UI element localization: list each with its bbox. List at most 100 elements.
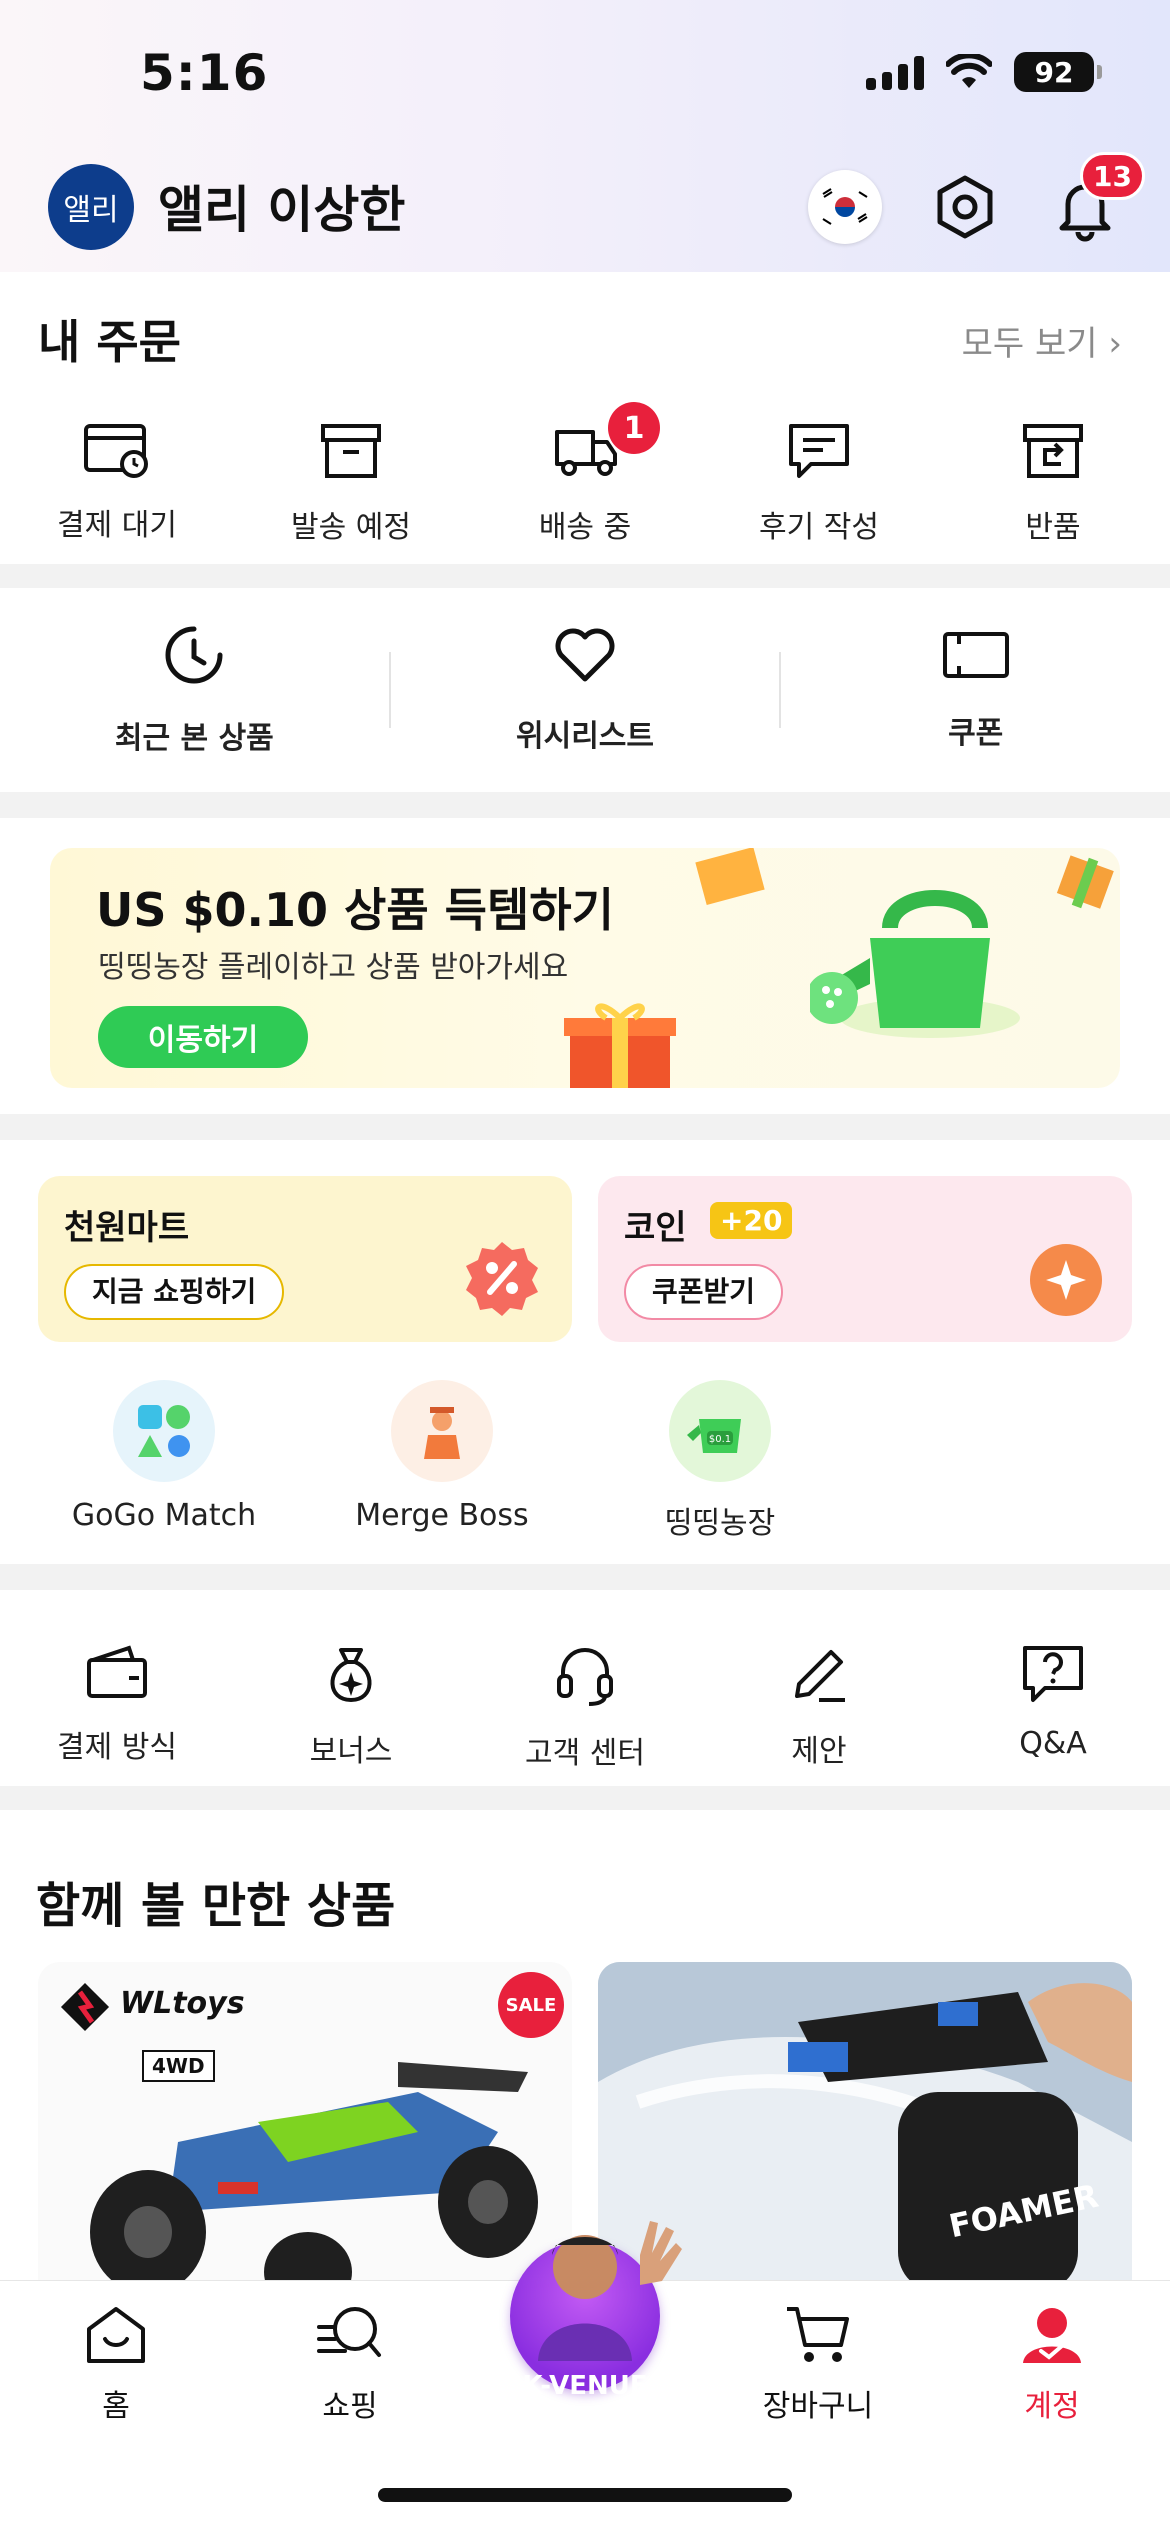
order-to-ship[interactable]: 발송 예정 bbox=[234, 422, 468, 546]
discount-badge-icon bbox=[466, 1242, 538, 1316]
question-icon bbox=[1023, 1646, 1083, 1702]
k-venue-label: K-VENUE bbox=[522, 2371, 648, 2401]
status-time: 5:16 bbox=[140, 44, 269, 102]
shortcut-label: 최근 본 상품 bbox=[114, 721, 274, 756]
game-label: Merge Boss bbox=[355, 1498, 529, 1533]
services-section: 결제 방식 보너스 고객 센터 제안 Q&A bbox=[0, 1590, 1170, 1786]
wltoys-logo-icon bbox=[60, 1982, 110, 2032]
tab-shopping[interactable]: 쇼핑 bbox=[260, 2303, 440, 2425]
avatar[interactable]: 앨리 bbox=[48, 164, 134, 250]
payment-method-button[interactable]: 결제 방식 bbox=[0, 1644, 234, 1772]
status-icons: 92 bbox=[866, 52, 1102, 92]
floating-gift-icon bbox=[1056, 855, 1114, 909]
orders-section: 내 주문 모두 보기 › 결제 대기 발송 예정 1 배송 중 후기 작성 반품 bbox=[0, 272, 1170, 564]
banner-title: US $0.10 상품 득템하기 bbox=[96, 883, 614, 937]
order-payment-pending[interactable]: 결제 대기 bbox=[0, 422, 234, 546]
banner-subtitle: 띵띵농장 플레이하고 상품 받아가세요 bbox=[98, 950, 569, 985]
wifi-icon bbox=[946, 54, 992, 88]
notification-count-badge: 13 bbox=[1080, 152, 1145, 200]
bonus-button[interactable]: 보너스 bbox=[234, 1644, 468, 1772]
product-brand: WLtoys bbox=[120, 1986, 245, 2021]
floating-gift-icon bbox=[695, 848, 765, 906]
header-area: 5:16 92 앨리 앨리 이상한 13 bbox=[0, 0, 1170, 272]
order-return[interactable]: 반품 bbox=[936, 422, 1170, 546]
tab-home[interactable]: 홈 bbox=[26, 2303, 206, 2425]
tab-cart[interactable]: 장바구니 bbox=[728, 2303, 908, 2425]
order-label: 반품 bbox=[1025, 510, 1081, 545]
mart-promo-card[interactable]: 천원마트 지금 쇼핑하기 bbox=[38, 1176, 572, 1342]
watering-can-icon bbox=[810, 890, 1020, 1038]
game-gogo-match[interactable]: GoGo Match bbox=[44, 1380, 284, 1533]
recently-viewed-button[interactable]: 최근 본 상품 bbox=[0, 623, 389, 757]
review-icon bbox=[789, 424, 849, 478]
tab-label: 장바구니 bbox=[762, 2389, 874, 2424]
wallet-icon bbox=[87, 1645, 147, 1698]
home-icon bbox=[87, 2307, 145, 2363]
service-label: 고객 센터 bbox=[525, 1736, 645, 1771]
username[interactable]: 앨리 이상한 bbox=[158, 170, 405, 242]
cart-icon bbox=[787, 2307, 849, 2362]
order-label: 결제 대기 bbox=[57, 508, 177, 543]
get-coupon-button[interactable]: 쿠폰받기 bbox=[624, 1264, 784, 1320]
orders-title: 내 주문 bbox=[38, 315, 181, 369]
pencil-icon bbox=[795, 1650, 845, 1702]
banner-go-button[interactable]: 이동하기 bbox=[98, 1006, 308, 1068]
game-label: GoGo Match bbox=[71, 1498, 257, 1533]
shortcut-label: 쿠폰 bbox=[948, 716, 1004, 751]
suggestion-button[interactable]: 제안 bbox=[702, 1644, 936, 1772]
coin-title: 코인 bbox=[624, 1208, 687, 1248]
order-shipping[interactable]: 1 배송 중 bbox=[468, 402, 702, 546]
box-icon bbox=[321, 424, 381, 478]
gift-box-icon bbox=[564, 1003, 676, 1088]
return-icon bbox=[1023, 424, 1083, 478]
settings-gear-icon[interactable] bbox=[930, 172, 1000, 242]
service-label: 보너스 bbox=[309, 1734, 393, 1769]
customer-center-button[interactable]: 고객 센터 bbox=[468, 1644, 702, 1772]
service-label: 제안 bbox=[791, 1734, 847, 1769]
recommend-title: 함께 볼 만한 상품 bbox=[36, 1878, 396, 1934]
headset-icon bbox=[557, 1648, 613, 1706]
farm-game-icon: $0.1 bbox=[669, 1380, 771, 1482]
svg-text:$0.1: $0.1 bbox=[709, 1434, 731, 1445]
shortcuts-section: 최근 본 상품 위시리스트 쿠폰 bbox=[0, 588, 1170, 792]
order-label: 발송 예정 bbox=[291, 510, 411, 545]
mart-title: 천원마트 bbox=[64, 1208, 190, 1248]
tab-label: 계정 bbox=[1024, 2389, 1080, 2424]
order-write-review[interactable]: 후기 작성 bbox=[702, 422, 936, 546]
service-label: Q&A bbox=[1019, 1726, 1087, 1761]
coin-plus-badge: +20 bbox=[710, 1202, 793, 1239]
tab-label: 홈 bbox=[102, 2389, 130, 2424]
account-icon bbox=[1023, 2308, 1081, 2363]
gogo-match-icon bbox=[113, 1380, 215, 1482]
clock-icon bbox=[165, 626, 223, 684]
bonus-bag-icon bbox=[330, 1648, 372, 1703]
shop-now-button[interactable]: 지금 쇼핑하기 bbox=[64, 1264, 285, 1320]
tab-label: 쇼핑 bbox=[322, 2389, 378, 2424]
sale-badge: SALE bbox=[498, 1972, 564, 2038]
service-label: 결제 방식 bbox=[57, 1730, 177, 1765]
tab-account[interactable]: 계정 bbox=[962, 2303, 1142, 2425]
order-label: 후기 작성 bbox=[759, 510, 879, 545]
shortcut-label: 위시리스트 bbox=[516, 719, 654, 754]
payment-pending-icon bbox=[84, 424, 148, 478]
wishlist-button[interactable]: 위시리스트 bbox=[391, 625, 780, 755]
game-label: 띵띵농장 bbox=[664, 1506, 776, 1541]
coupon-icon bbox=[942, 632, 1009, 678]
merge-boss-icon bbox=[391, 1380, 493, 1482]
home-indicator bbox=[378, 2488, 792, 2502]
qna-button[interactable]: Q&A bbox=[936, 1644, 1170, 1772]
shopping-search-icon bbox=[317, 2307, 381, 2357]
coin-promo-card[interactable]: 코인 +20 쿠폰받기 bbox=[598, 1176, 1132, 1342]
coupon-button[interactable]: 쿠폰 bbox=[781, 628, 1170, 752]
korea-flag-icon[interactable] bbox=[808, 170, 882, 244]
game-farm[interactable]: $0.1 띵띵농장 bbox=[600, 1380, 840, 1542]
see-all-link[interactable]: 모두 보기 › bbox=[962, 316, 1122, 365]
game-merge-boss[interactable]: Merge Boss bbox=[322, 1380, 562, 1533]
shipping-count-badge: 1 bbox=[608, 402, 660, 454]
rc-car-image bbox=[90, 2062, 538, 2292]
heart-icon bbox=[555, 628, 615, 682]
farm-promo-banner[interactable]: US $0.10 상품 득템하기 띵띵농장 플레이하고 상품 받아가세요 이동하… bbox=[50, 848, 1120, 1088]
coin-star-icon bbox=[1030, 1244, 1102, 1316]
k-venue-button[interactable] bbox=[510, 2221, 682, 2391]
signal-icon bbox=[866, 54, 924, 90]
